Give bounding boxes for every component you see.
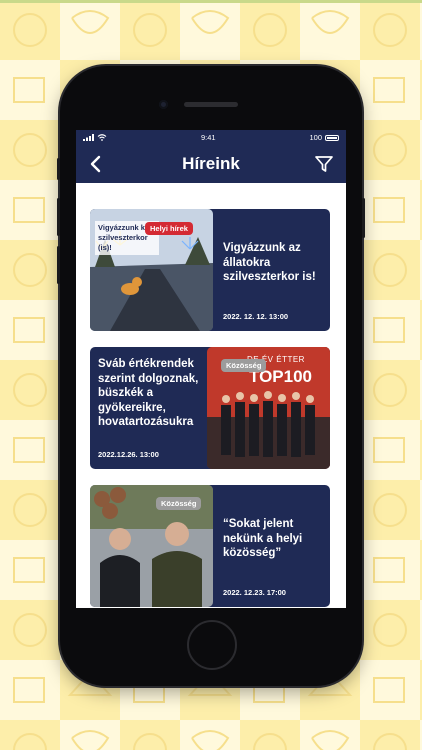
news-date: 2022.12.26. 13:00 xyxy=(98,450,159,459)
news-feed: Vigyázzunk k szilveszterkor (is)! Helyi … xyxy=(76,183,346,607)
news-card-image: DE ÉV ÉTTER TOP100 Közösség xyxy=(207,347,330,469)
app-screen: 9:41 100 Híreink Vigyázzunk k szilveszte… xyxy=(76,130,346,608)
power-button xyxy=(362,198,365,238)
news-title: “Sokat jelent nekünk a helyi közösség” xyxy=(223,518,303,559)
news-date: 2022. 12.23. 17:00 xyxy=(223,588,286,597)
battery-icon xyxy=(325,134,339,141)
volume-down-button xyxy=(57,246,60,284)
battery-percent: 100 xyxy=(309,133,322,142)
news-card-image: Közösség xyxy=(90,485,213,607)
news-card-text: Sváb értékrendek szerint dolgoznak, büsz… xyxy=(98,347,199,469)
status-right: 100 xyxy=(309,133,339,142)
volume-up-button xyxy=(57,198,60,236)
category-badge: Közösség xyxy=(221,359,267,372)
category-badge: Közösség xyxy=(156,497,202,510)
news-card-text: Vigyázzunk az állatokra szilveszterkor i… xyxy=(221,209,322,331)
category-badge: Helyi hírek xyxy=(145,222,193,235)
signal-icon xyxy=(83,134,94,141)
news-card[interactable]: Sváb értékrendek szerint dolgoznak, büsz… xyxy=(90,347,330,469)
news-title: Vigyázzunk az állatokra szilveszterkor i… xyxy=(223,242,316,283)
news-date: 2022. 12. 12. 13:00 xyxy=(223,312,289,321)
mute-switch xyxy=(57,158,60,180)
nav-bar: Híreink xyxy=(76,145,346,183)
top-stripe xyxy=(0,0,422,3)
status-bar: 9:41 100 xyxy=(76,130,346,145)
news-card-text: “Sokat jelent nekünk a helyi közösség” 2… xyxy=(221,485,322,607)
back-chevron-icon[interactable] xyxy=(86,154,106,174)
status-time: 9:41 xyxy=(200,133,216,142)
phone-frame: 9:41 100 Híreink Vigyázzunk k szilveszte… xyxy=(57,66,365,686)
page-title: Híreink xyxy=(182,154,240,173)
news-card-image: Vigyázzunk k szilveszterkor (is)! Helyi … xyxy=(90,209,213,331)
earpiece-speaker xyxy=(184,102,238,107)
filter-icon[interactable] xyxy=(314,154,334,174)
news-card[interactable]: Közösség “Sokat jelent nekünk a helyi kö… xyxy=(90,485,330,607)
home-button[interactable] xyxy=(187,620,237,670)
front-camera xyxy=(159,100,168,109)
status-left xyxy=(83,134,107,141)
news-title: Sváb értékrendek szerint dolgoznak, büsz… xyxy=(98,358,199,428)
news-card[interactable]: Vigyázzunk k szilveszterkor (is)! Helyi … xyxy=(90,209,330,331)
wifi-icon xyxy=(97,134,107,141)
